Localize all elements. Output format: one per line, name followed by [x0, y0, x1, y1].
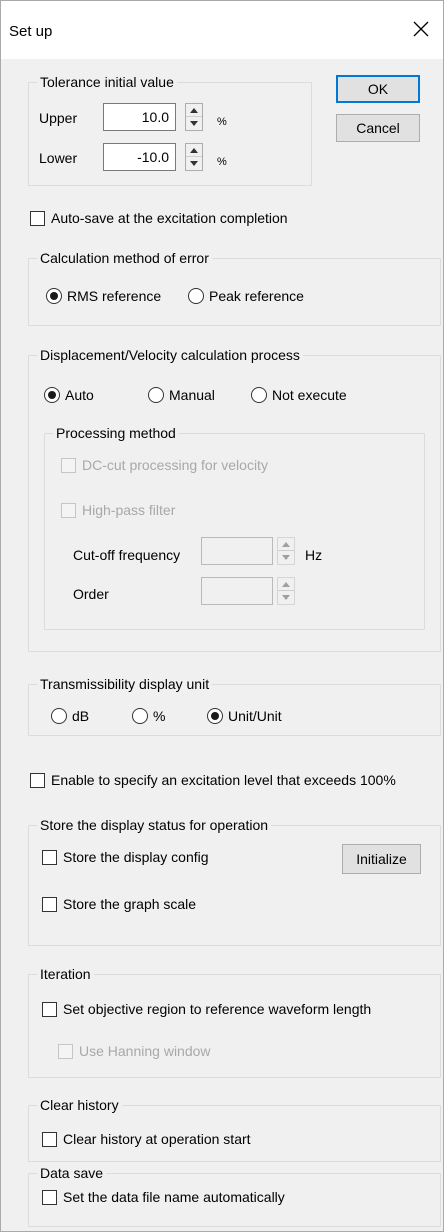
lower-spinner[interactable]	[185, 143, 203, 171]
manual-label: Manual	[169, 387, 215, 403]
upper-spin-down[interactable]	[186, 117, 202, 130]
peak-reference-radio[interactable]	[188, 288, 204, 304]
highpass-checkbox[interactable]	[61, 503, 76, 518]
store-graph-scale-checkbox[interactable]	[42, 897, 57, 912]
hanning-window-checkbox[interactable]	[58, 1044, 73, 1059]
processing-method-group-title: Processing method	[53, 424, 179, 442]
clear-history-label: Clear history at operation start	[63, 1131, 251, 1147]
iteration-group: Iteration	[28, 965, 441, 1078]
cutoff-frequency-input[interactable]	[201, 537, 273, 565]
auto-filename-checkbox[interactable]	[42, 1190, 57, 1205]
window-title: Set up	[9, 23, 53, 40]
close-icon	[413, 21, 429, 37]
upper-value-input[interactable]: 10.0	[103, 103, 176, 131]
order-spin-up[interactable]	[278, 578, 294, 591]
displacement-group-title: Displacement/Velocity calculation proces…	[37, 346, 303, 364]
lower-unit: %	[217, 156, 227, 168]
upper-spinner[interactable]	[185, 103, 203, 131]
percent-radio[interactable]	[132, 708, 148, 724]
cutoff-frequency-label: Cut-off frequency	[73, 547, 181, 563]
lower-label: Lower	[39, 150, 78, 166]
calc-error-group-title: Calculation method of error	[37, 249, 212, 267]
upper-label: Upper	[39, 110, 78, 126]
triangle-down-icon	[282, 595, 290, 600]
peak-reference-label: Peak reference	[209, 288, 304, 304]
auto-label: Auto	[65, 387, 94, 403]
dc-cut-label: DC-cut processing for velocity	[82, 457, 268, 473]
transmissibility-group-title: Transmissibility display unit	[37, 675, 213, 693]
order-spinner[interactable]	[277, 577, 295, 605]
order-label: Order	[73, 586, 109, 602]
autosave-label: Auto-save at the excitation completion	[51, 210, 288, 226]
lower-spin-down[interactable]	[186, 157, 202, 170]
exceed-level-label: Enable to specify an excitation level th…	[51, 772, 396, 788]
cutoff-spin-up[interactable]	[278, 538, 294, 551]
triangle-up-icon	[190, 148, 198, 153]
rms-reference-radio[interactable]	[46, 288, 62, 304]
hanning-window-label: Use Hanning window	[79, 1043, 211, 1059]
objective-region-label: Set objective region to reference wavefo…	[63, 1001, 372, 1017]
exceed-level-checkbox[interactable]	[30, 773, 45, 788]
not-execute-label: Not execute	[272, 387, 347, 403]
upper-spin-up[interactable]	[186, 104, 202, 117]
db-label: dB	[72, 708, 90, 724]
store-display-group-title: Store the display status for operation	[37, 816, 272, 834]
dc-cut-checkbox[interactable]	[61, 458, 76, 473]
close-button[interactable]	[399, 11, 443, 51]
auto-filename-label: Set the data file name automatically	[63, 1189, 285, 1205]
title-bar: Set up	[1, 1, 443, 59]
data-save-group-title: Data save	[37, 1164, 107, 1182]
triangle-down-icon	[190, 161, 198, 166]
cutoff-unit: Hz	[305, 547, 323, 563]
db-radio[interactable]	[51, 708, 67, 724]
iteration-group-title: Iteration	[37, 965, 94, 983]
triangle-up-icon	[282, 582, 290, 587]
lower-value-input[interactable]: -10.0	[103, 143, 176, 171]
clear-history-checkbox[interactable]	[42, 1132, 57, 1147]
highpass-label: High-pass filter	[82, 502, 176, 518]
ok-button[interactable]: OK	[336, 75, 420, 103]
initialize-button[interactable]: Initialize	[342, 844, 421, 874]
cutoff-spinner[interactable]	[277, 537, 295, 565]
triangle-down-icon	[282, 555, 290, 560]
triangle-up-icon	[282, 542, 290, 547]
store-display-config-checkbox[interactable]	[42, 850, 57, 865]
order-spin-down[interactable]	[278, 591, 294, 604]
percent-label: %	[153, 708, 166, 724]
unit-unit-label: Unit/Unit	[228, 708, 282, 724]
store-graph-scale-label: Store the graph scale	[63, 896, 197, 912]
order-input[interactable]	[201, 577, 273, 605]
auto-radio[interactable]	[44, 387, 60, 403]
autosave-checkbox[interactable]	[30, 211, 45, 226]
setup-dialog: Set up OK Cancel Tolerance initial value…	[0, 0, 444, 1232]
rms-reference-label: RMS reference	[67, 288, 162, 304]
cancel-button[interactable]: Cancel	[336, 114, 420, 142]
clear-history-group-title: Clear history	[37, 1096, 122, 1114]
store-display-config-label: Store the display config	[63, 849, 209, 865]
manual-radio[interactable]	[148, 387, 164, 403]
unit-unit-radio[interactable]	[207, 708, 223, 724]
triangle-up-icon	[190, 108, 198, 113]
not-execute-radio[interactable]	[251, 387, 267, 403]
lower-spin-up[interactable]	[186, 144, 202, 157]
upper-unit: %	[217, 116, 227, 128]
tolerance-group-title: Tolerance initial value	[37, 73, 177, 91]
objective-region-checkbox[interactable]	[42, 1002, 57, 1017]
cutoff-spin-down[interactable]	[278, 551, 294, 564]
triangle-down-icon	[190, 121, 198, 126]
